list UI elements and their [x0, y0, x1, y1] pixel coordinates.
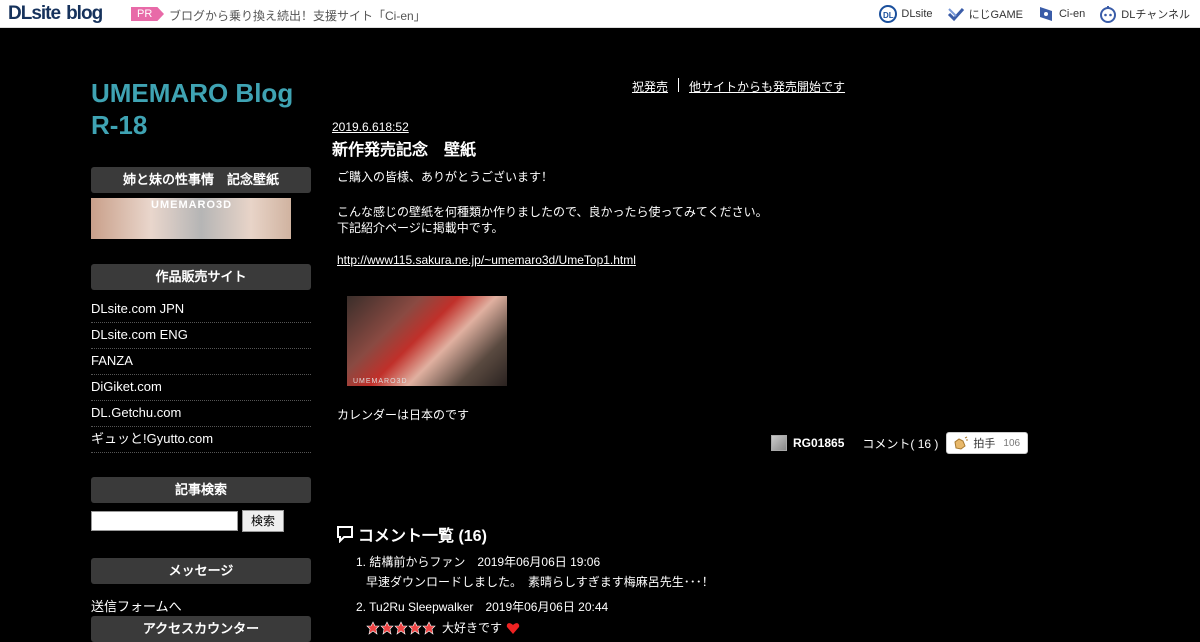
banner-heading: 姉と妹の性事情 記念壁紙	[91, 167, 311, 193]
search-input[interactable]	[91, 511, 238, 531]
logo-main: DLsite	[8, 3, 61, 24]
comment-body-text: 大好きです	[442, 621, 503, 635]
comment-number: 1.	[356, 555, 367, 569]
post-body-line: ご購入の皆様、ありがとうございます！	[337, 170, 554, 184]
comment-author: Tu2Ru Sleepwalker	[369, 600, 474, 614]
comments-heading-text: コメント一覧 (16)	[358, 528, 487, 545]
wallpaper-banner[interactable]: UMEMARO3D	[91, 198, 291, 239]
clap-button[interactable]: 拍手 106	[946, 432, 1029, 454]
dlchannel-link[interactable]: DLチャンネル	[1099, 5, 1190, 23]
emoji-stars-icon	[366, 620, 436, 635]
dlchannel-link-label: DLチャンネル	[1121, 9, 1190, 21]
comment-date: 2019年06月06日 20:44	[485, 600, 609, 614]
nijigame-link-label: にじGAME	[968, 9, 1023, 21]
search-button[interactable]: 検索	[242, 510, 284, 532]
dlsite-link[interactable]: DL DLsite	[879, 5, 933, 23]
shop-link-gyutto[interactable]: ギュッと!Gyutto.com	[91, 427, 311, 453]
post-footer: RG01865 コメント( 16 ) 拍手 106	[771, 432, 1029, 454]
cien-icon	[1039, 7, 1052, 21]
global-header: DLsite blog PR ブログから乗り換え続出！支援サイト「Ci-en」 D…	[0, 0, 1200, 28]
cien-link[interactable]: Ci-en	[1037, 5, 1085, 23]
author-name[interactable]: RG01865	[793, 436, 844, 450]
next-post-link[interactable]: 他サイトからも発売開始です	[689, 78, 845, 95]
pr-badge: PR	[131, 7, 164, 21]
shop-link-getchu[interactable]: DL.Getchu.com	[91, 401, 311, 427]
dlsite-blog-logo[interactable]: DLsite blog	[8, 3, 103, 25]
image-watermark: UMEMARO3D	[353, 378, 408, 385]
prev-post-link[interactable]: 祝発売	[632, 78, 668, 95]
clap-icon	[954, 436, 969, 450]
nijigame-link[interactable]: にじGAME	[947, 5, 1023, 23]
service-links: DL DLsite にじGAME Ci-en DLチャンネル	[879, 5, 1190, 23]
comment-meta: 2. Tu2Ru Sleepwalker 2019年06月06日 20:44	[356, 598, 608, 615]
svg-text:DL: DL	[883, 11, 894, 20]
shop-link-dlsite-jpn[interactable]: DLsite.com JPN	[91, 297, 311, 323]
clap-label: 拍手	[973, 438, 996, 450]
comment-bubble-icon	[337, 526, 353, 543]
comment-body: 早速ダウンロードしました。 素晴らしすぎます梅麻呂先生･･･！	[366, 575, 714, 589]
message-form-link[interactable]: 送信フォームへ	[91, 596, 182, 615]
post-date[interactable]: 2019.6.618:52	[332, 120, 409, 134]
dlchannel-icon	[1100, 6, 1117, 23]
search-heading: 記事検索	[91, 477, 311, 503]
comment-date: 2019年06月06日 19:06	[477, 555, 601, 569]
counter-heading: アクセスカウンター	[91, 616, 311, 642]
image-caption: カレンダーは日本のです	[337, 408, 470, 422]
shop-link-digiket[interactable]: DiGiket.com	[91, 375, 311, 401]
post-navigation: 祝発売 他サイトからも発売開始です	[632, 78, 845, 95]
post-body-line: 下記紹介ページに掲載中です。	[337, 221, 504, 235]
comment-author: 結構前からファン	[369, 555, 466, 569]
shops-heading: 作品販売サイト	[91, 264, 311, 290]
pr-link[interactable]: ブログから乗り換え続出！支援サイト「Ci-en」	[169, 7, 426, 24]
comment-body-row: 大好きです	[366, 619, 520, 636]
logo-sub: blog	[66, 3, 103, 24]
comments-heading: コメント一覧 (16)	[336, 522, 487, 546]
shop-link-fanza[interactable]: FANZA	[91, 349, 311, 375]
nav-divider	[678, 78, 680, 92]
wallpaper-thumbnail[interactable]: UMEMARO3D	[347, 296, 507, 386]
heart-icon	[506, 622, 520, 634]
banner-brand: UMEMARO3D	[151, 199, 233, 211]
author-avatar	[771, 435, 787, 451]
message-heading: メッセージ	[91, 558, 311, 584]
dlsite-icon: DL	[879, 5, 898, 23]
blog-title[interactable]: UMEMARO Blog R-18	[91, 77, 311, 141]
cien-link-label: Ci-en	[1058, 8, 1086, 20]
shop-link-dlsite-eng[interactable]: DLsite.com ENG	[91, 323, 311, 349]
comment-meta: 1. 結構前からファン 2019年06月06日 19:06	[356, 553, 600, 570]
nijigame-icon	[947, 7, 964, 22]
post-body-line: こんな感じの壁紙を何種類か作りましたので、良かったら使ってみてください。	[337, 205, 768, 219]
clap-count: 106	[1003, 437, 1021, 449]
comment-number: 2.	[356, 600, 367, 614]
dlsite-link-label: DLsite	[901, 8, 933, 20]
comment-count-link[interactable]: コメント( 16 )	[862, 435, 938, 452]
post-url-link[interactable]: http://www115.sakura.ne.jp/~umemaro3d/Um…	[337, 253, 636, 267]
post-title: 新作発売記念 壁紙	[332, 142, 477, 159]
